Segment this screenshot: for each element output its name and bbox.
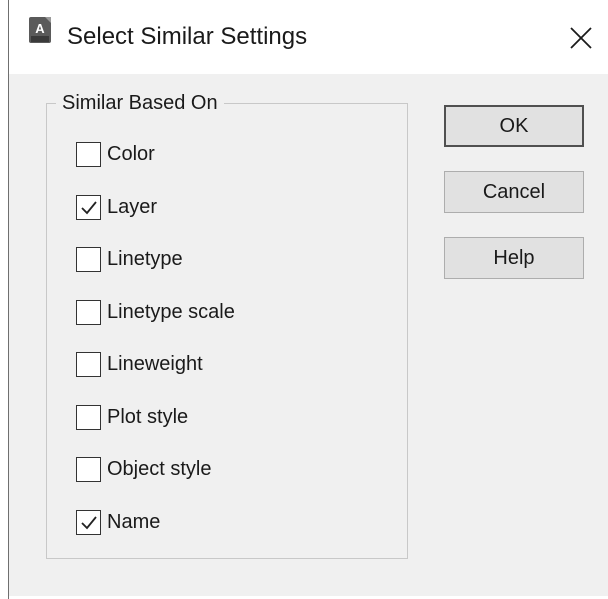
ok-button[interactable]: OK [444,105,584,147]
option-linetype[interactable]: Linetype [76,244,183,274]
close-icon [570,27,592,49]
group-legend: Similar Based On [56,90,224,116]
option-label: Plot style [107,405,189,428]
option-label: Color [107,142,155,165]
object-style-checkbox[interactable] [76,456,101,482]
linetype-scale-checkbox[interactable] [76,299,101,325]
option-label: Linetype scale [107,300,235,323]
linetype-checkbox[interactable] [76,246,101,272]
title-bar: A Select Similar Settings [9,0,608,74]
option-linetype-scale[interactable]: Linetype scale [76,297,235,327]
option-label: Name [107,510,161,533]
option-plot-style[interactable]: Plot style [76,402,188,432]
checkmark-icon [81,515,97,529]
autocad-app-icon: A [28,16,54,46]
option-layer[interactable]: Layer [76,192,157,222]
select-similar-dialog: A Select Similar Settings Similar Based … [8,0,608,599]
close-button[interactable] [561,18,601,58]
plot-style-checkbox[interactable] [76,404,101,430]
option-lineweight[interactable]: Lineweight [76,349,203,379]
help-button[interactable]: Help [444,237,584,279]
option-object-style[interactable]: Object style [76,454,211,484]
checkmark-icon [81,200,97,214]
option-label: Object style [107,457,212,480]
option-label: Layer [107,195,158,218]
similar-based-on-group [46,103,408,559]
option-label: Linetype [107,247,183,270]
cancel-button[interactable]: Cancel [444,171,584,213]
lineweight-checkbox[interactable] [76,351,101,377]
name-checkbox[interactable] [76,509,101,535]
layer-checkbox[interactable] [76,194,101,220]
svg-text:A: A [35,21,45,36]
option-color[interactable]: Color [76,139,155,169]
option-label: Lineweight [107,352,203,375]
dialog-title: Select Similar Settings [67,23,308,50]
option-name[interactable]: Name [76,507,160,537]
color-checkbox[interactable] [76,141,101,167]
